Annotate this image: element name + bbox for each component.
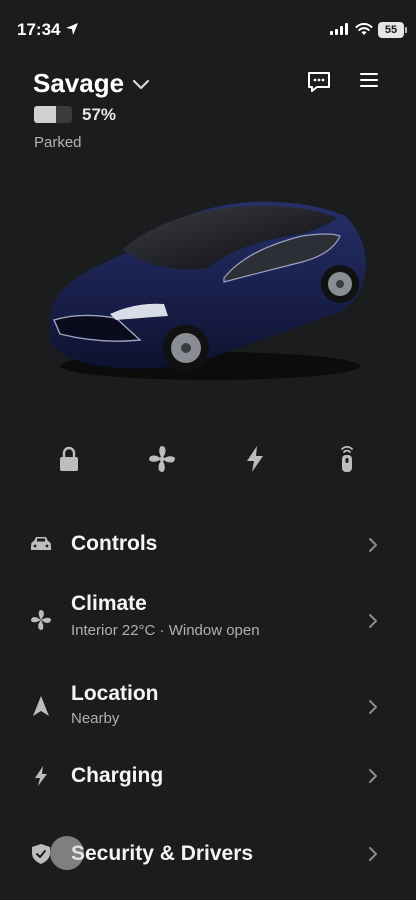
chevron-right-icon [369, 700, 377, 714]
vehicle-status: Parked [34, 134, 82, 151]
menu-row-charging[interactable]: Charging [0, 754, 416, 804]
wifi-icon [355, 23, 373, 35]
chevron-right-icon [369, 614, 377, 628]
car-image [50, 201, 366, 380]
fan-icon[interactable] [147, 444, 177, 474]
quick-actions [0, 436, 416, 480]
message-icon[interactable] [306, 70, 332, 94]
menu-row-controls[interactable]: Controls [0, 520, 416, 570]
remote-key-icon[interactable] [332, 444, 362, 474]
chevron-down-icon[interactable] [130, 73, 152, 95]
car-name[interactable]: Savage [33, 68, 124, 99]
menu-title-climate: Climate [71, 592, 147, 615]
menu-row-location[interactable]: Location Nearby [0, 672, 416, 734]
chevron-right-icon [369, 538, 377, 552]
menu-title-charging: Charging [71, 764, 164, 787]
battery-percent: 57% [82, 105, 117, 124]
watermark-overlay [50, 836, 84, 870]
chevron-right-icon [369, 769, 377, 783]
signal-icon [330, 23, 348, 35]
location-arrow-icon [66, 23, 78, 35]
car-icon [31, 537, 51, 550]
vehicle-header: Savage 57% Parked [0, 62, 416, 162]
bolt-icon [35, 766, 47, 786]
battery-level-fill [34, 106, 56, 123]
location-arrow-icon [33, 696, 49, 716]
menu-title-security-drivers: Security & Drivers [71, 842, 254, 865]
status-time: 17:34 [17, 20, 61, 39]
fan-icon [31, 610, 51, 630]
hamburger-menu-icon[interactable] [359, 71, 379, 89]
menu-subtitle-location: Nearby [71, 710, 120, 727]
menu-row-climate[interactable]: Climate Interior 22°C · Window open [0, 582, 416, 652]
status-battery: 55 [378, 22, 407, 38]
menu-title-location: Location [71, 682, 159, 705]
battery-level-bar [34, 106, 72, 123]
menu-title-controls: Controls [71, 532, 158, 555]
status-bar: 17:34 55 [0, 0, 416, 56]
chevron-right-icon [369, 847, 377, 861]
lock-icon[interactable] [54, 444, 84, 474]
bolt-icon[interactable] [240, 444, 270, 474]
menu-subtitle-climate: Interior 22°C · Window open [71, 622, 260, 639]
